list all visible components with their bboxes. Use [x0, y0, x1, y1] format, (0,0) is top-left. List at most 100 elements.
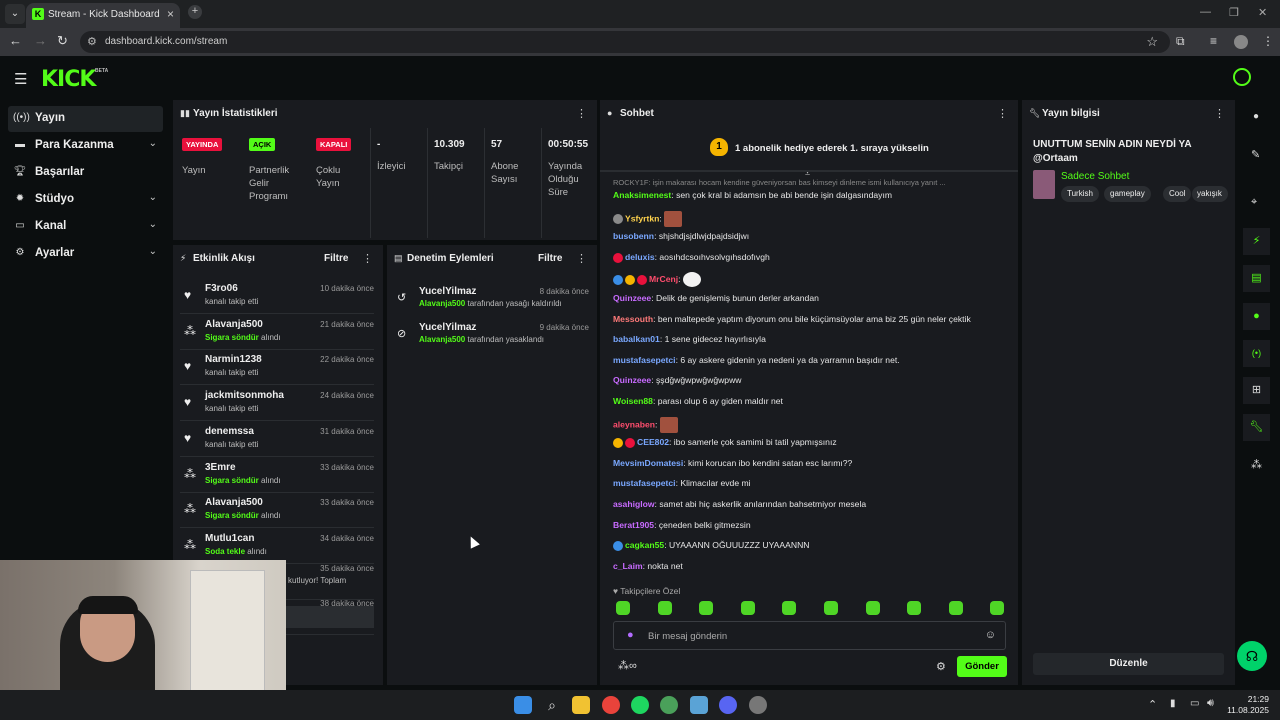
chat-message[interactable]: busobenn: shjshdjsjdlwjdpajdsidjwı	[613, 231, 1013, 241]
chat-username[interactable]: Quinzeee	[613, 375, 651, 385]
chat-username[interactable]: c_Laim	[613, 561, 643, 571]
chat-username[interactable]: Messouth	[613, 314, 653, 324]
close-tab-icon[interactable]: ×	[167, 7, 174, 21]
kick-account-icon[interactable]	[1233, 68, 1251, 86]
sidebar-item-ayarlar[interactable]: ⚙ Ayarlar ⌄	[8, 241, 163, 267]
chat-users-icon[interactable]: ⁂∞	[618, 659, 637, 672]
quick-emote-icon[interactable]	[948, 601, 963, 615]
activity-username[interactable]: Narmin1238	[205, 354, 262, 365]
bolt-action-icon[interactable]: ⚡︎	[1243, 228, 1270, 255]
windows-start-icon[interactable]	[514, 696, 532, 714]
chat-message[interactable]: cagkan55: UYAAANN OĞUUUZZZ UYAAANNN	[613, 540, 1013, 551]
chat-username[interactable]: deluxis	[625, 252, 655, 262]
discord-icon[interactable]	[719, 696, 737, 714]
new-tab-button[interactable]: +	[188, 5, 202, 19]
users-action-icon[interactable]: ⁂	[1251, 458, 1262, 471]
quick-emote-icon[interactable]	[740, 601, 755, 615]
kick-logo[interactable]: KICK	[41, 67, 96, 92]
url-field[interactable]: ⚙ dashboard.kick.com/stream ☆	[80, 31, 1170, 53]
chat-message[interactable]: deluxis: aosıhdcsoıhvsolvgıhsdofıvgh	[613, 252, 1013, 263]
chat-message[interactable]: asahiglow: samet abi hiç askerlik anılar…	[613, 499, 1013, 509]
tag-pill[interactable]: Cool	[1163, 186, 1192, 202]
volume-icon[interactable]: 🔊︎	[1207, 697, 1214, 710]
moderator-name[interactable]: Alavanja500	[419, 299, 465, 308]
chat-username[interactable]: MrCenj	[649, 274, 678, 284]
target-icon[interactable]: ⌖	[1251, 196, 1257, 209]
chat-action-icon[interactable]: ●	[1243, 303, 1270, 330]
profile-avatar[interactable]	[1234, 35, 1248, 49]
file-explorer-icon[interactable]	[572, 696, 590, 714]
hamburger-menu-icon[interactable]: ☰	[14, 70, 27, 88]
site-info-icon[interactable]: ⚙	[87, 35, 97, 48]
activity-item[interactable]: ⁂ 3Emre Sigara söndür alındı 33 dakika önce	[180, 457, 374, 493]
chat-message[interactable]: Ysfyrtkn:	[613, 210, 1013, 227]
support-headset-icon[interactable]: ☊	[1237, 641, 1267, 671]
activity-username[interactable]: denemssa	[205, 426, 254, 437]
spotify-icon[interactable]	[631, 696, 649, 714]
display-tray-icon[interactable]: ▭	[1190, 698, 1199, 709]
sidebar-item-para-kazanma[interactable]: ▬ Para Kazanma ⌄	[8, 133, 163, 159]
tag-pill[interactable]: gameplay	[1104, 186, 1151, 202]
chat-message[interactable]: Quinzeee: şşdğwğwpwğwğwpww	[613, 375, 1013, 385]
more-options-icon[interactable]: ⋮	[1214, 107, 1225, 120]
category-link[interactable]: Sadece Sohbet	[1061, 171, 1129, 182]
tag-pill[interactable]: Turkish	[1061, 186, 1099, 202]
reading-list-icon[interactable]: ≡	[1210, 34, 1217, 48]
quick-emote-icon[interactable]	[657, 601, 672, 615]
chrome-profile-icon[interactable]	[660, 696, 678, 714]
chat-username[interactable]: aleynaben	[613, 419, 655, 429]
gift-leaderboard-prompt[interactable]: 1 abonelik hediye ederek 1. sıraya yükse…	[735, 143, 929, 154]
chat-message[interactable]: MevsimDomatesi: kimi korucan ibo kendini…	[613, 458, 1013, 468]
close-window-icon[interactable]: ✕	[1258, 6, 1267, 19]
activity-item[interactable]: ♥ F3ro06 kanalı takip etti 10 dakika önce	[180, 278, 374, 314]
tray-chevron-icon[interactable]: ⌃	[1148, 698, 1157, 711]
filter-button[interactable]: Filtre	[324, 253, 348, 264]
quick-emote-icon[interactable]	[699, 601, 714, 615]
layout-action-icon[interactable]: ⊞	[1243, 377, 1270, 404]
moderation-item[interactable]: ↺ YucelYilmaz Alavanja500 tarafından yasağ…	[393, 283, 589, 317]
chat-username[interactable]: MevsimDomatesi	[613, 458, 683, 468]
back-icon[interactable]: ←	[9, 33, 22, 48]
chrome-icon[interactable]	[602, 696, 620, 714]
quick-emote-icon[interactable]	[782, 601, 797, 615]
chat-username[interactable]: cagkan55	[625, 540, 664, 550]
emoji-icon[interactable]: ☺	[985, 629, 996, 641]
chat-message[interactable]: aleynaben:	[613, 416, 1013, 433]
chat-username[interactable]: CEE802	[637, 437, 669, 447]
chat-message[interactable]: MrCenj:	[613, 272, 1013, 288]
info-icon[interactable]: ●	[1253, 111, 1259, 122]
browser-menu-icon[interactable]: ⋮	[1262, 34, 1274, 48]
chat-username[interactable]: mustafasepetci	[613, 355, 676, 365]
chat-message[interactable]: mustafasepetci: Klimacılar evde mi	[613, 478, 1013, 488]
chat-username[interactable]: Woisen88	[613, 396, 653, 406]
chat-message[interactable]: mustafasepetci: 6 ay askere gidenin ya n…	[613, 355, 1013, 365]
quick-emote-icon[interactable]	[865, 601, 880, 615]
activity-username[interactable]: Alavanja500	[205, 319, 263, 330]
activity-item[interactable]: ♥ Narmin1238 kanalı takip etti 22 dakika ön…	[180, 349, 374, 386]
chat-message[interactable]: Anaksimenest: sen çok kral bi adamsın be…	[613, 190, 1013, 200]
chat-username[interactable]: Anaksimenest	[613, 190, 671, 200]
chat-settings-icon[interactable]: ⚙	[936, 660, 946, 673]
send-button[interactable]: Gönder	[957, 656, 1007, 677]
browser-tab[interactable]: K Stream - Kick Dashboard ×	[26, 3, 180, 28]
activity-username[interactable]: Mutlu1can	[205, 533, 254, 544]
obs-icon[interactable]	[749, 696, 767, 714]
sidebar-item-studyo[interactable]: ✹ Stüdyo ⌄	[8, 187, 163, 213]
activity-username[interactable]: Alavanja500	[205, 497, 263, 508]
chat-username[interactable]: mustafasepetci	[613, 478, 676, 488]
activity-item[interactable]: ⁂ Mutlu1can Soda tekle alındı 34 dakika önc…	[180, 528, 374, 564]
more-options-icon[interactable]: ⋮	[576, 107, 587, 120]
chat-message[interactable]: Woisen88: parası olup 6 ay giden maldır …	[613, 396, 1013, 406]
microphone-icon[interactable]: ●	[627, 629, 634, 641]
filter-button[interactable]: Filtre	[538, 253, 562, 264]
activity-item[interactable]: ♥ denemssa kanalı takip etti 31 dakika önce	[180, 421, 374, 457]
quick-emote-icon[interactable]	[824, 601, 838, 615]
quick-emote-icon[interactable]	[616, 601, 630, 615]
more-options-icon[interactable]: ⋮	[362, 252, 373, 265]
chat-message[interactable]: babalkan01: 1 sene gidecez hayırlısıyla	[613, 334, 1013, 344]
search-icon[interactable]: ⌕	[543, 696, 561, 714]
activity-item[interactable]: ♥ jackmitsonmoha kanalı takip etti 24 dakik…	[180, 385, 374, 422]
pencil-icon[interactable]: ✎	[1251, 148, 1260, 161]
chat-username[interactable]: Ysfyrtkn	[625, 213, 659, 223]
tag-pill[interactable]: yakışık	[1192, 186, 1228, 202]
